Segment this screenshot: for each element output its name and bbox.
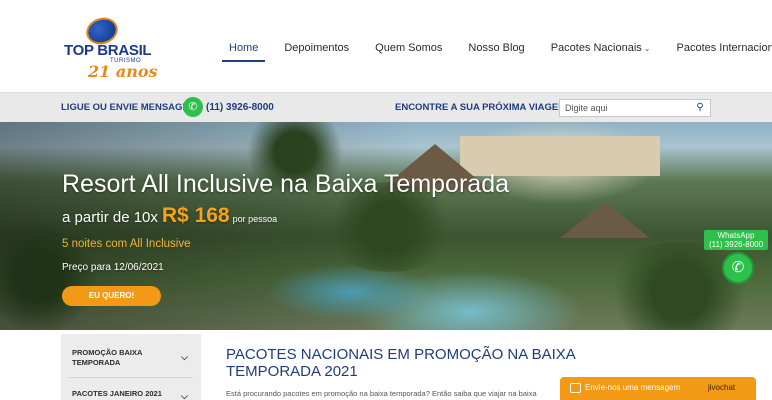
chat-label: Envie-nos uma mensagem	[585, 383, 681, 392]
chat-brand: jivochat	[708, 383, 736, 392]
page-title: PACOTES NACIONAIS EM PROMOÇÃO NA BAIXA T…	[226, 346, 575, 380]
hero-banner: Resort All Inclusive na Baixa Temporada …	[0, 122, 772, 330]
contact-bar: LIGUE OU ENVIE MENSAGEM: ✆ (11) 3926-800…	[0, 92, 772, 122]
hero-date: Preço para 12/06/2021	[62, 262, 164, 273]
page: TOP BRASIL TURISMO 21 anos Home Depoimen…	[0, 0, 772, 400]
chevron-down-icon: ⌄	[643, 44, 651, 53]
hero-price-suffix: por pessoa	[232, 214, 278, 224]
hero-price: R$ 168	[161, 204, 230, 227]
nav-home[interactable]: Home	[222, 36, 266, 62]
hero-title: Resort All Inclusive na Baixa Temporada	[62, 170, 509, 198]
whatsapp-float-phone: (11) 3926-8000	[708, 240, 764, 249]
chevron-down-icon: ⌵	[181, 391, 188, 400]
whatsapp-icon: ✆	[731, 259, 745, 276]
site-logo[interactable]: TOP BRASIL TURISMO 21 anos	[60, 13, 158, 81]
chat-icon	[570, 383, 581, 393]
whatsapp-float-button[interactable]: ✆	[722, 252, 754, 284]
sidebar-item-janeiro[interactable]: PACOTES JANEIRO 2021 ⌵	[61, 389, 201, 400]
sidebar-item-label: PACOTES JANEIRO 2021	[72, 389, 162, 398]
chat-widget[interactable]: Envie-nos uma mensagem jivochat	[560, 377, 756, 400]
nav-pacotes-internacionais[interactable]: Pacotes Internacionais⌄	[670, 36, 772, 62]
nav-depoimentos[interactable]: Depoimentos	[277, 36, 356, 62]
search-input[interactable]	[560, 100, 690, 116]
search-icon[interactable]: ⚲	[694, 102, 706, 114]
chevron-down-icon: ⌵	[181, 352, 188, 362]
hero-cta-button[interactable]: EU QUERO!	[62, 286, 161, 306]
hero-nights: 5 noites com All Inclusive	[62, 238, 191, 250]
nav-quem-somos[interactable]: Quem Somos	[368, 36, 449, 62]
hero-price-prefix: a partir de 10x	[62, 209, 158, 226]
contact-label: LIGUE OU ENVIE MENSAGEM:	[61, 102, 200, 113]
contact-phone[interactable]: (11) 3926-8000	[206, 102, 274, 113]
main-nav: Home Depoimentos Quem Somos Nosso Blog P…	[222, 36, 772, 62]
logo-years: 21 anos	[88, 62, 158, 81]
site-header: TOP BRASIL TURISMO 21 anos Home Depoimen…	[0, 0, 772, 92]
whatsapp-float-title: WhatsApp	[717, 231, 755, 240]
whatsapp-icon[interactable]: ✆	[183, 97, 203, 117]
whatsapp-float-label[interactable]: WhatsApp (11) 3926-8000	[704, 230, 768, 250]
nav-nosso-blog[interactable]: Nosso Blog	[461, 36, 531, 62]
nav-pacotes-nacionais[interactable]: Pacotes Nacionais ⌄	[544, 36, 658, 62]
intro-text: Está procurando pacotes em promoção na b…	[226, 389, 537, 398]
search-label: ENCONTRE A SUA PRÓXIMA VIAGEM:	[395, 102, 570, 113]
hero-price-line: a partir de 10x R$ 168 por pessoa	[62, 204, 277, 228]
logo-brand: TOP BRASIL	[64, 42, 152, 59]
sidebar-item-promocao-toggle[interactable]: ⌵	[61, 352, 201, 364]
sidebar-divider	[69, 377, 193, 378]
resort-roof	[560, 202, 650, 238]
category-sidebar: PROMOÇÃO BAIXA TEMPORADA ⌵ PACOTES JANEI…	[61, 334, 201, 400]
search-box: ⚲	[559, 99, 711, 117]
